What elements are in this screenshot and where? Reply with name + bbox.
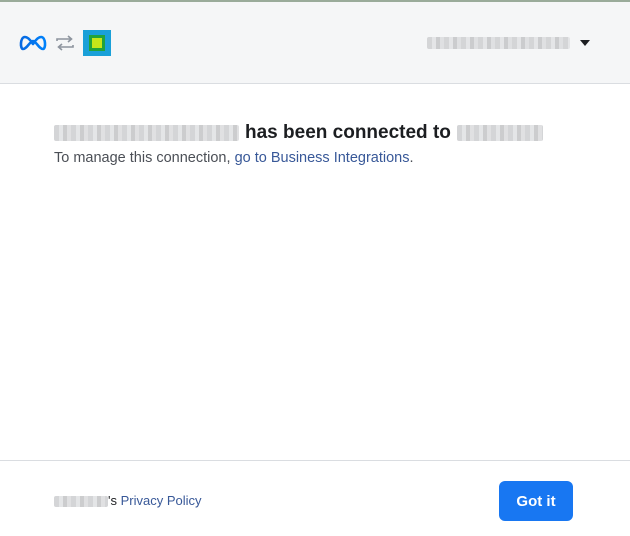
app-icon <box>83 30 111 56</box>
business-name-redacted <box>54 124 239 141</box>
app-name-redacted <box>456 124 543 141</box>
meta-logo-icon <box>19 35 47 51</box>
account-name-redacted <box>427 37 570 49</box>
dialog-footer: 's Privacy Policy Got it <box>0 460 630 536</box>
app-icon-core <box>92 38 102 48</box>
account-switcher[interactable] <box>427 35 590 51</box>
manage-suffix: . <box>409 150 414 166</box>
dialog-header <box>0 2 630 84</box>
manage-prefix: To manage this connection, <box>54 150 235 166</box>
manage-connection-text: To manage this connection, go to Busines… <box>54 148 614 168</box>
dialog-body: has been connected to To manage this con… <box>54 120 614 168</box>
business-integrations-link[interactable]: go to Business Integrations <box>235 150 410 166</box>
logo-group <box>19 30 111 56</box>
headline-text: has been connected to <box>245 122 451 143</box>
app-name-redacted-footer <box>54 496 108 508</box>
got-it-button[interactable]: Got it <box>499 481 573 521</box>
privacy-policy-line: 's Privacy Policy <box>54 493 202 508</box>
connection-dialog: has been connected to To manage this con… <box>0 0 630 536</box>
swap-arrows-icon <box>56 35 74 51</box>
caret-down-icon[interactable] <box>580 40 590 46</box>
privacy-policy-link[interactable]: Privacy Policy <box>121 493 202 508</box>
connected-headline: has been connected to <box>54 120 614 146</box>
privacy-possessive: 's <box>108 493 117 508</box>
